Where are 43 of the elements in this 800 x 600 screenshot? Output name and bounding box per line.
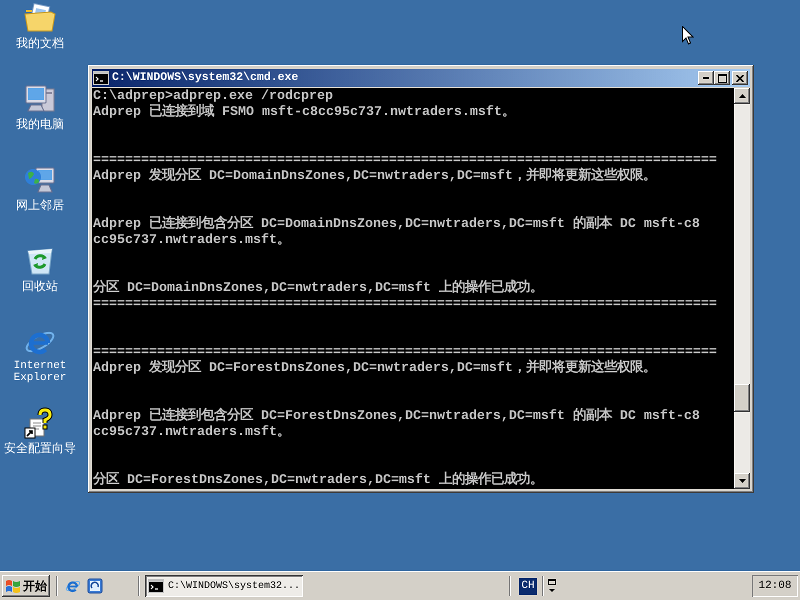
maximize-icon [718, 74, 726, 82]
console-line: Adprep 发现分区 DC=DomainDnsZones,DC=nwtraders,DC=msft，并即将更新这些权限。 [93, 169, 656, 185]
start-button[interactable]: 开始 [2, 575, 50, 597]
minimize-button[interactable] [698, 71, 714, 85]
console-icon [148, 579, 164, 593]
page-icon[interactable] [87, 578, 103, 594]
browser-logo-icon[interactable] [65, 578, 81, 594]
console-line: cc95c737.nwtraders.msft。 [93, 233, 290, 249]
maximize-button[interactable] [714, 71, 730, 85]
console-icon [93, 71, 109, 85]
console-line: ============================================================================== [93, 153, 717, 168]
window-title: C:\WINDOWS\system32\cmd.exe [112, 71, 298, 85]
console-line: C:\adprep>adprep.exe /rodcprep [93, 89, 333, 104]
caret-down-icon [738, 479, 746, 483]
console-line: ============================================================================== [93, 345, 717, 360]
caret-up-icon [738, 94, 746, 98]
close-icon [736, 74, 744, 82]
shortcut-label[interactable]: 安全配置向导 [4, 441, 76, 455]
folder-icon[interactable] [24, 2, 56, 34]
close-button[interactable] [732, 71, 748, 85]
console-line: ============================================================================== [93, 297, 717, 313]
scrollbar-thumb[interactable] [734, 384, 750, 412]
language-indicator[interactable]: CH [519, 578, 537, 594]
console-line: 分区 DC=ForestDnsZones,DC=nwtraders,DC=msft 上的操作已成功。 [93, 473, 543, 489]
shortcut-label[interactable]: 回收站 [22, 279, 58, 293]
shortcut-label[interactable]: 网上邻居 [16, 198, 64, 212]
console-line: Adprep 已连接到域 FSMO msft-c8cc95c737.nwtraders.msft。 [93, 105, 515, 121]
mouse-pointer-icon [682, 26, 694, 45]
shortcut-label[interactable]: Internet Explorer [9, 360, 71, 384]
console-line: Adprep 已连接到包含分区 DC=DomainDnsZones,DC=nwtraders,DC=msft 的副本 DC msft-c8 [93, 217, 700, 233]
windows-flag-icon [5, 578, 21, 594]
scroll-down-button[interactable] [734, 473, 750, 489]
minimize-icon [703, 77, 709, 79]
clock[interactable]: 12:08 [752, 575, 798, 597]
console-line: 分区 DC=DomainDnsZones,DC=nwtraders,DC=msft 上的操作已成功。 [93, 281, 543, 297]
scroll-up-button[interactable] [734, 88, 750, 104]
console-line: cc95c737.nwtraders.msft。 [93, 425, 290, 441]
console-line: Adprep 发现分区 DC=ForestDnsZones,DC=nwtraders,DC=msft，并即将更新这些权限。 [93, 361, 656, 377]
shortcut-label[interactable]: 我的电脑 [16, 117, 64, 131]
console-line: Adprep 已连接到包含分区 DC=ForestDnsZones,DC=nwtraders,DC=msft 的副本 DC msft-c8 [93, 409, 700, 425]
window-dropdown-icon[interactable] [547, 579, 557, 593]
shortcut-label[interactable]: 我的文档 [16, 36, 64, 50]
taskbar-button[interactable]: C:\WINDOWS\system32... [145, 575, 303, 597]
